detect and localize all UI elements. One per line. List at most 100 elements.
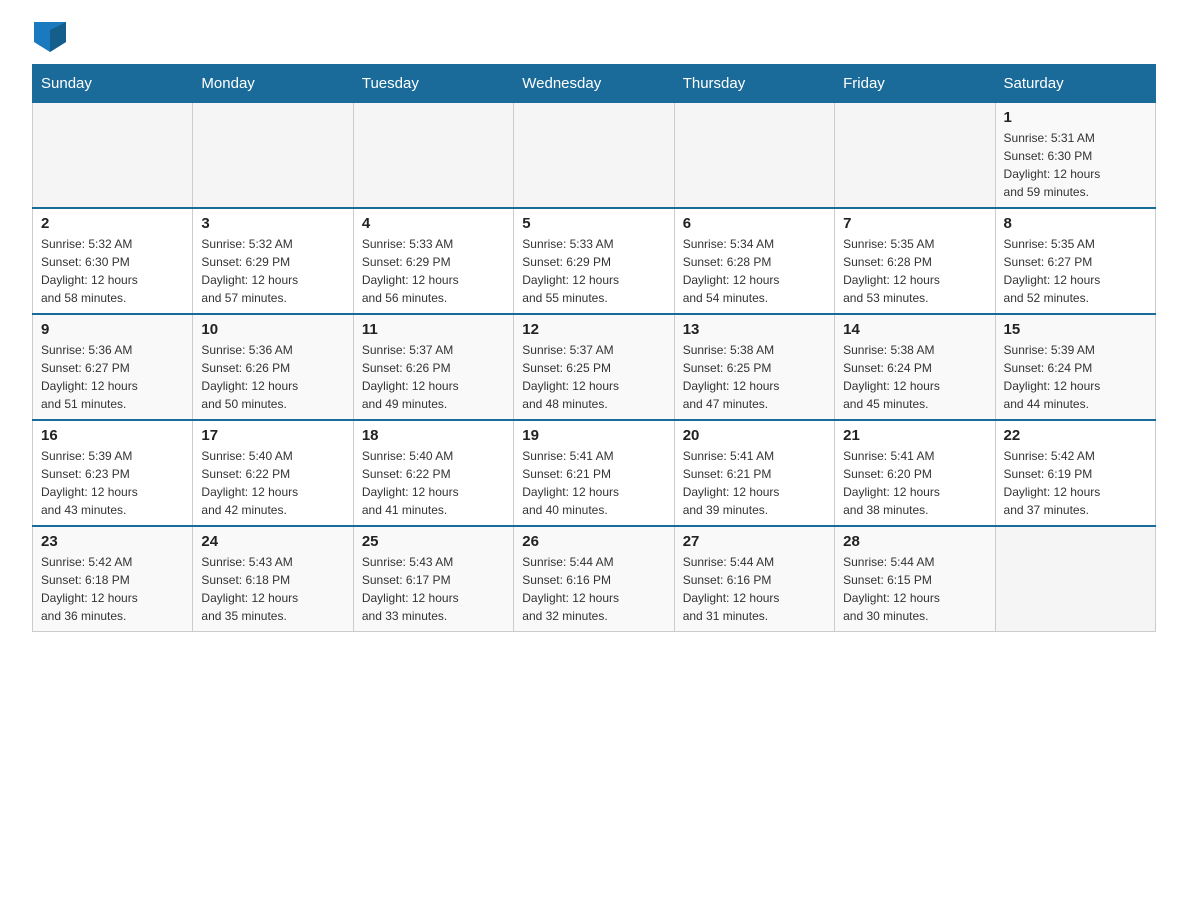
day-info: Sunrise: 5:34 AMSunset: 6:28 PMDaylight:… <box>683 235 826 307</box>
weekday-header-wednesday: Wednesday <box>514 65 674 103</box>
day-info: Sunrise: 5:36 AMSunset: 6:26 PMDaylight:… <box>201 341 344 413</box>
calendar-week-row: 9 Sunrise: 5:36 AMSunset: 6:27 PMDaylight… <box>33 314 1156 420</box>
day-number: 2 <box>41 215 184 232</box>
calendar-day-cell <box>995 526 1155 632</box>
calendar-week-row: 16Sunrise: 5:39 AMSunset: 6:23 PMDayligh… <box>33 420 1156 526</box>
calendar-day-cell: 6 Sunrise: 5:34 AMSunset: 6:28 PMDaylight… <box>674 208 834 314</box>
calendar-day-cell: 5 Sunrise: 5:33 AMSunset: 6:29 PMDaylight… <box>514 208 674 314</box>
calendar-day-cell: 27 Sunrise: 5:44 AMSunset: 6:16 PMDayligh… <box>674 526 834 632</box>
calendar-day-cell: 21 Sunrise: 5:41 AMSunset: 6:20 PMDayligh… <box>835 420 995 526</box>
calendar-day-cell: 15 Sunrise: 5:39 AMSunset: 6:24 PMDayligh… <box>995 314 1155 420</box>
day-info: Sunrise: 5:42 AMSunset: 6:18 PMDaylight:… <box>41 553 184 625</box>
calendar-day-cell <box>353 103 513 209</box>
day-number: 6 <box>683 215 826 232</box>
weekday-header-thursday: Thursday <box>674 65 834 103</box>
calendar-day-cell: 12Sunrise: 5:37 AMSunset: 6:25 PMDayligh… <box>514 314 674 420</box>
day-number: 4 <box>362 215 505 232</box>
day-number: 12 <box>522 321 665 338</box>
day-info: Sunrise: 5:41 AMSunset: 6:20 PMDaylight:… <box>843 447 986 519</box>
calendar-day-cell <box>514 103 674 209</box>
calendar-day-cell: 24Sunrise: 5:43 AMSunset: 6:18 PMDayligh… <box>193 526 353 632</box>
day-info: Sunrise: 5:40 AMSunset: 6:22 PMDaylight:… <box>362 447 505 519</box>
calendar-day-cell: 3 Sunrise: 5:32 AMSunset: 6:29 PMDaylight… <box>193 208 353 314</box>
calendar-body: 1 Sunrise: 5:31 AMSunset: 6:30 PMDaylight… <box>33 103 1156 632</box>
calendar-day-cell <box>835 103 995 209</box>
day-info: Sunrise: 5:32 AMSunset: 6:29 PMDaylight:… <box>201 235 344 307</box>
day-number: 28 <box>843 533 986 550</box>
day-number: 26 <box>522 533 665 550</box>
day-number: 7 <box>843 215 986 232</box>
day-number: 10 <box>201 321 344 338</box>
day-info: Sunrise: 5:36 AMSunset: 6:27 PMDaylight:… <box>41 341 184 413</box>
calendar-day-cell: 14Sunrise: 5:38 AMSunset: 6:24 PMDayligh… <box>835 314 995 420</box>
day-number: 8 <box>1004 215 1147 232</box>
day-info: Sunrise: 5:35 AMSunset: 6:27 PMDaylight:… <box>1004 235 1147 307</box>
day-info: Sunrise: 5:38 AMSunset: 6:25 PMDaylight:… <box>683 341 826 413</box>
day-number: 19 <box>522 427 665 444</box>
calendar-day-cell: 16Sunrise: 5:39 AMSunset: 6:23 PMDayligh… <box>33 420 193 526</box>
day-number: 15 <box>1004 321 1147 338</box>
calendar-day-cell: 4 Sunrise: 5:33 AMSunset: 6:29 PMDaylight… <box>353 208 513 314</box>
day-info: Sunrise: 5:35 AMSunset: 6:28 PMDaylight:… <box>843 235 986 307</box>
calendar-day-cell: 1 Sunrise: 5:31 AMSunset: 6:30 PMDaylight… <box>995 103 1155 209</box>
day-info: Sunrise: 5:43 AMSunset: 6:18 PMDaylight:… <box>201 553 344 625</box>
calendar-day-cell: 8 Sunrise: 5:35 AMSunset: 6:27 PMDaylight… <box>995 208 1155 314</box>
calendar-day-cell: 23Sunrise: 5:42 AMSunset: 6:18 PMDayligh… <box>33 526 193 632</box>
day-info: Sunrise: 5:39 AMSunset: 6:24 PMDaylight:… <box>1004 341 1147 413</box>
day-info: Sunrise: 5:41 AMSunset: 6:21 PMDaylight:… <box>683 447 826 519</box>
day-info: Sunrise: 5:39 AMSunset: 6:23 PMDaylight:… <box>41 447 184 519</box>
day-info: Sunrise: 5:43 AMSunset: 6:17 PMDaylight:… <box>362 553 505 625</box>
calendar-day-cell: 7 Sunrise: 5:35 AMSunset: 6:28 PMDaylight… <box>835 208 995 314</box>
calendar-header: SundayMondayTuesdayWednesdayThursdayFrid… <box>33 65 1156 103</box>
weekday-header-sunday: Sunday <box>33 65 193 103</box>
calendar-day-cell <box>193 103 353 209</box>
day-info: Sunrise: 5:32 AMSunset: 6:30 PMDaylight:… <box>41 235 184 307</box>
calendar-day-cell: 13 Sunrise: 5:38 AMSunset: 6:25 PMDayligh… <box>674 314 834 420</box>
calendar-day-cell: 26Sunrise: 5:44 AMSunset: 6:16 PMDayligh… <box>514 526 674 632</box>
calendar-day-cell <box>674 103 834 209</box>
weekday-header-row: SundayMondayTuesdayWednesdayThursdayFrid… <box>33 65 1156 103</box>
day-info: Sunrise: 5:42 AMSunset: 6:19 PMDaylight:… <box>1004 447 1147 519</box>
day-info: Sunrise: 5:31 AMSunset: 6:30 PMDaylight:… <box>1004 129 1147 201</box>
calendar-day-cell: 10 Sunrise: 5:36 AMSunset: 6:26 PMDayligh… <box>193 314 353 420</box>
day-info: Sunrise: 5:41 AMSunset: 6:21 PMDaylight:… <box>522 447 665 519</box>
day-number: 5 <box>522 215 665 232</box>
day-number: 9 <box>41 321 184 338</box>
weekday-header-monday: Monday <box>193 65 353 103</box>
day-number: 11 <box>362 321 505 338</box>
calendar-day-cell: 18Sunrise: 5:40 AMSunset: 6:22 PMDayligh… <box>353 420 513 526</box>
calendar-day-cell: 28 Sunrise: 5:44 AMSunset: 6:15 PMDayligh… <box>835 526 995 632</box>
calendar-day-cell <box>33 103 193 209</box>
day-number: 25 <box>362 533 505 550</box>
day-info: Sunrise: 5:38 AMSunset: 6:24 PMDaylight:… <box>843 341 986 413</box>
day-number: 17 <box>201 427 344 444</box>
day-number: 1 <box>1004 109 1147 126</box>
logo <box>32 24 66 52</box>
day-info: Sunrise: 5:40 AMSunset: 6:22 PMDaylight:… <box>201 447 344 519</box>
calendar-week-row: 1 Sunrise: 5:31 AMSunset: 6:30 PMDaylight… <box>33 103 1156 209</box>
day-number: 27 <box>683 533 826 550</box>
weekday-header-friday: Friday <box>835 65 995 103</box>
calendar-table: SundayMondayTuesdayWednesdayThursdayFrid… <box>32 64 1156 632</box>
logo-icon <box>34 22 66 52</box>
day-number: 22 <box>1004 427 1147 444</box>
calendar-day-cell: 17 Sunrise: 5:40 AMSunset: 6:22 PMDayligh… <box>193 420 353 526</box>
calendar-day-cell: 11Sunrise: 5:37 AMSunset: 6:26 PMDayligh… <box>353 314 513 420</box>
day-number: 20 <box>683 427 826 444</box>
calendar-day-cell: 9 Sunrise: 5:36 AMSunset: 6:27 PMDaylight… <box>33 314 193 420</box>
day-number: 3 <box>201 215 344 232</box>
calendar-day-cell: 20 Sunrise: 5:41 AMSunset: 6:21 PMDayligh… <box>674 420 834 526</box>
calendar-day-cell: 25 Sunrise: 5:43 AMSunset: 6:17 PMDayligh… <box>353 526 513 632</box>
page-header <box>32 24 1156 52</box>
weekday-header-saturday: Saturday <box>995 65 1155 103</box>
day-info: Sunrise: 5:44 AMSunset: 6:15 PMDaylight:… <box>843 553 986 625</box>
calendar-day-cell: 22 Sunrise: 5:42 AMSunset: 6:19 PMDayligh… <box>995 420 1155 526</box>
day-number: 13 <box>683 321 826 338</box>
day-number: 21 <box>843 427 986 444</box>
weekday-header-tuesday: Tuesday <box>353 65 513 103</box>
day-info: Sunrise: 5:33 AMSunset: 6:29 PMDaylight:… <box>362 235 505 307</box>
calendar-week-row: 2 Sunrise: 5:32 AMSunset: 6:30 PMDaylight… <box>33 208 1156 314</box>
day-info: Sunrise: 5:44 AMSunset: 6:16 PMDaylight:… <box>683 553 826 625</box>
day-info: Sunrise: 5:33 AMSunset: 6:29 PMDaylight:… <box>522 235 665 307</box>
calendar-week-row: 23Sunrise: 5:42 AMSunset: 6:18 PMDayligh… <box>33 526 1156 632</box>
